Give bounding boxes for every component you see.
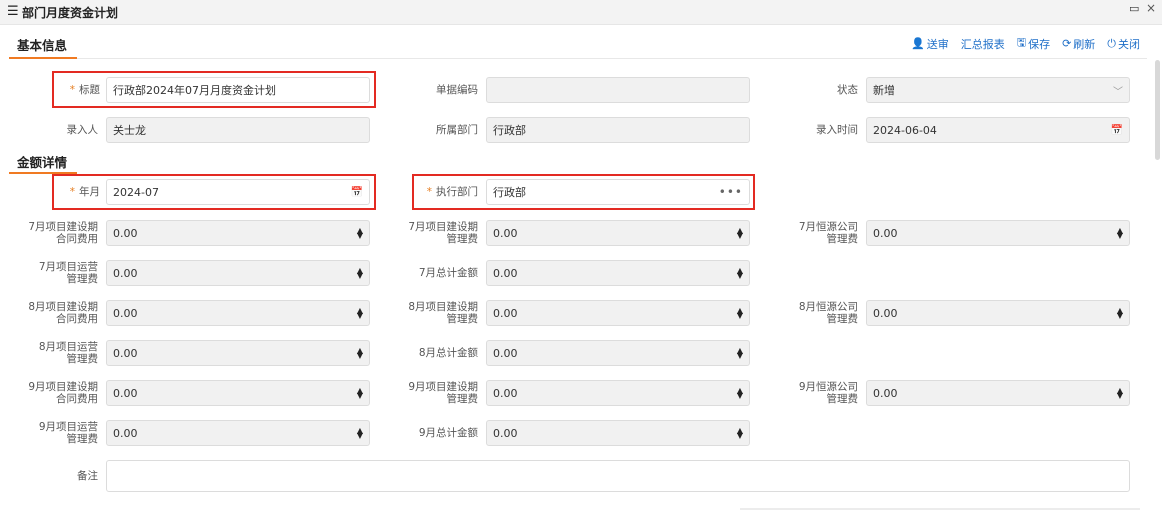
aug-total-label: 8月总计金额 — [418, 347, 478, 359]
spinner-icon[interactable]: ▲ ▼ — [737, 347, 743, 360]
spinner-icon[interactable]: ▲ ▼ — [357, 387, 363, 400]
sep-operation-input[interactable]: 0.00 ▲ ▼ — [106, 420, 370, 446]
section-title-basic: 基本信息 — [17, 38, 68, 53]
toolbar: 👤 送审 汇总报表 🖫 保存 ⟳ 刷新 ⏻ 关闭 — [911, 34, 1140, 53]
window-titlebar: ☰ 部门月度资金计划 ▭ × — [0, 0, 1162, 25]
aug-operation-label: 8月项目运营 管理费 — [38, 341, 98, 365]
section-divider — [77, 58, 1147, 59]
jul-total-input[interactable]: 0.00 ▲ ▼ — [486, 260, 750, 286]
spinner-icon[interactable]: ▲ ▼ — [357, 267, 363, 280]
jul-contract-label: 7月项目建设期 合同费用 — [28, 221, 98, 245]
close-button[interactable]: ⏻ 关闭 — [1107, 34, 1140, 53]
highlight-box — [52, 71, 376, 108]
spinner-icon[interactable]: ▲ ▼ — [737, 427, 743, 440]
aug-total-input[interactable]: 0.00 ▲ ▼ — [486, 340, 750, 366]
sep-operation-label: 9月项目运营 管理费 — [38, 421, 98, 445]
sep-contract-input[interactable]: 0.00 ▲ ▼ — [106, 380, 370, 406]
jul-hengyuan-label: 7月恒源公司 管理费 — [798, 221, 858, 245]
status-label: 状态 — [837, 84, 858, 96]
summary-report-button[interactable]: 汇总报表 — [961, 34, 1005, 53]
spinner-icon[interactable]: ▲ ▼ — [737, 307, 743, 320]
spinner-icon[interactable]: ▲ ▼ — [357, 307, 363, 320]
code-input[interactable] — [486, 77, 750, 103]
submit-review-button[interactable]: 👤 送审 — [911, 34, 949, 53]
menu-icon[interactable]: ☰ — [7, 4, 19, 19]
save-button[interactable]: 🖫 保存 — [1017, 34, 1050, 53]
spinner-icon[interactable]: ▲ ▼ — [357, 227, 363, 240]
section-title-amount: 金额详情 — [17, 155, 68, 170]
section-underline — [9, 57, 77, 59]
aug-contract-label: 8月项目建设期 合同费用 — [28, 301, 98, 325]
sep-total-label: 9月总计金额 — [418, 427, 478, 439]
remark-label: 备注 — [77, 470, 98, 482]
department-input[interactable]: 行政部 — [486, 117, 750, 143]
jul-mgmt-input[interactable]: 0.00 ▲ ▼ — [486, 220, 750, 246]
jul-contract-input[interactable]: 0.00 ▲ ▼ — [106, 220, 370, 246]
aug-hengyuan-input[interactable]: 0.00 ▲ ▼ — [866, 300, 1130, 326]
save-icon: 🖫 — [1016, 36, 1027, 49]
jul-total-label: 7月总计金额 — [418, 267, 478, 279]
spinner-icon[interactable]: ▲ ▼ — [737, 227, 743, 240]
window-title: 部门月度资金计划 — [22, 6, 119, 20]
jul-operation-input[interactable]: 0.00 ▲ ▼ — [106, 260, 370, 286]
department-label: 所属部门 — [436, 124, 478, 136]
jul-mgmt-label: 7月项目建设期 管理费 — [408, 221, 478, 245]
scrollbar[interactable] — [1155, 60, 1160, 160]
status-select[interactable]: 新增 ﹀ — [866, 77, 1130, 103]
sep-hengyuan-label: 9月恒源公司 管理费 — [798, 381, 858, 405]
entry-time-input[interactable]: 2024-06-04 📅 — [866, 117, 1130, 143]
entry-time-label: 录入时间 — [816, 124, 858, 136]
maximize-icon[interactable]: ▭ — [1129, 2, 1139, 15]
user-send-icon: 👤 — [911, 37, 925, 50]
aug-hengyuan-label: 8月恒源公司 管理费 — [798, 301, 858, 325]
spinner-icon[interactable]: ▲ ▼ — [1117, 307, 1123, 320]
refresh-icon: ⟳ — [1062, 37, 1072, 50]
entrant-label: 录入人 — [66, 124, 99, 136]
jul-operation-label: 7月项目运营 管理费 — [38, 261, 98, 285]
highlight-box — [412, 174, 755, 210]
spinner-icon[interactable]: ▲ ▼ — [737, 267, 743, 280]
highlight-box — [52, 174, 376, 210]
remark-textarea[interactable] — [106, 460, 1130, 492]
jul-hengyuan-input[interactable]: 0.00 ▲ ▼ — [866, 220, 1130, 246]
sep-hengyuan-input[interactable]: 0.00 ▲ ▼ — [866, 380, 1130, 406]
sep-mgmt-input[interactable]: 0.00 ▲ ▼ — [486, 380, 750, 406]
close-icon[interactable]: × — [1146, 1, 1156, 15]
aug-mgmt-input[interactable]: 0.00 ▲ ▼ — [486, 300, 750, 326]
power-icon: ⏻ — [1107, 36, 1116, 50]
aug-operation-input[interactable]: 0.00 ▲ ▼ — [106, 340, 370, 366]
code-label: 单据编码 — [436, 84, 478, 96]
calendar-icon[interactable]: 📅 — [1111, 125, 1123, 136]
sep-mgmt-label: 9月项目建设期 管理费 — [408, 381, 478, 405]
spinner-icon[interactable]: ▲ ▼ — [357, 427, 363, 440]
spinner-icon[interactable]: ▲ ▼ — [1117, 387, 1123, 400]
chevron-down-icon: ﹀ — [1113, 86, 1123, 98]
aug-contract-input[interactable]: 0.00 ▲ ▼ — [106, 300, 370, 326]
refresh-button[interactable]: ⟳ 刷新 — [1062, 34, 1095, 53]
entrant-input[interactable]: 关士龙 — [106, 117, 370, 143]
spinner-icon[interactable]: ▲ ▼ — [737, 387, 743, 400]
aug-mgmt-label: 8月项目建设期 管理费 — [408, 301, 478, 325]
sep-contract-label: 9月项目建设期 合同费用 — [28, 381, 98, 405]
spinner-icon[interactable]: ▲ ▼ — [357, 347, 363, 360]
sep-total-input[interactable]: 0.00 ▲ ▼ — [486, 420, 750, 446]
spinner-icon[interactable]: ▲ ▼ — [1117, 227, 1123, 240]
